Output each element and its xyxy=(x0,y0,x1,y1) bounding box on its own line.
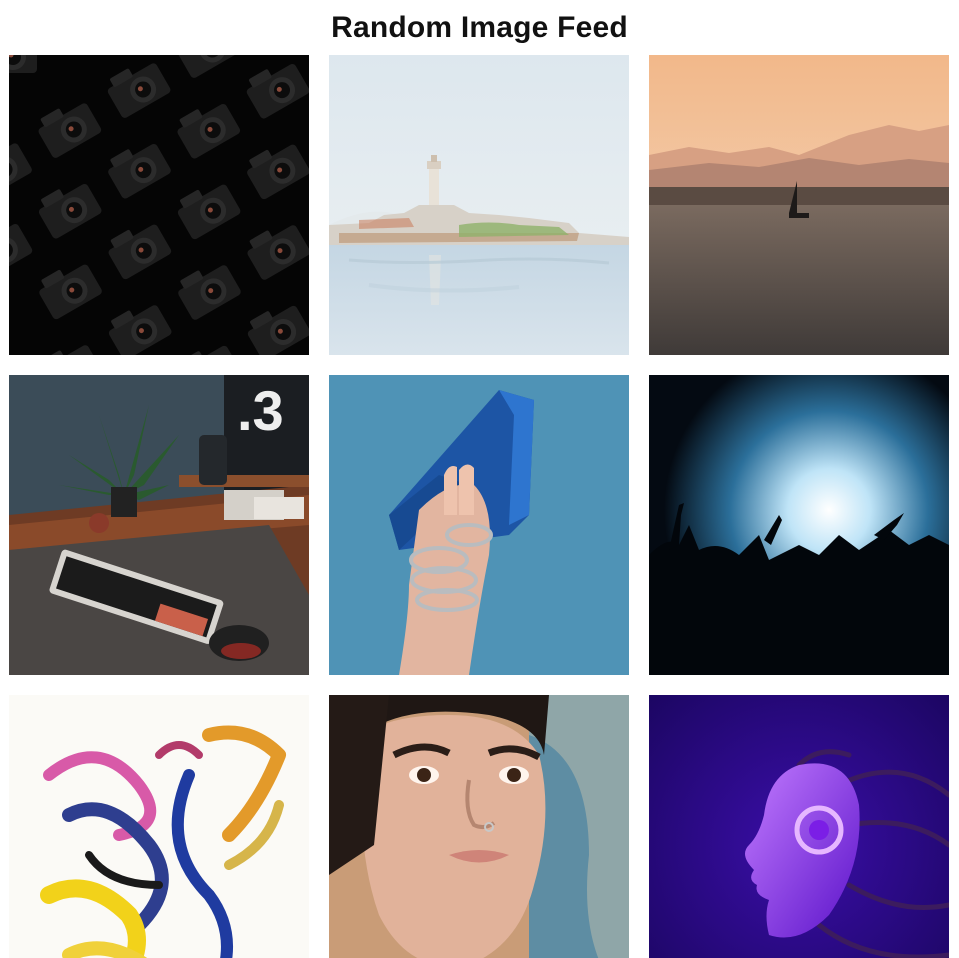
sunset-sailboat-image xyxy=(649,55,949,355)
woman-portrait-image xyxy=(329,695,629,958)
feed-image-sunset[interactable] xyxy=(649,55,949,355)
feed-image-desk[interactable]: .3 xyxy=(9,375,309,675)
feed-image-purple-head[interactable] xyxy=(649,695,949,958)
hand-blue-bag-image xyxy=(329,375,629,675)
feed-image-hand-bag[interactable] xyxy=(329,375,629,675)
cameras-pattern-image xyxy=(9,55,309,355)
image-grid: .3 xyxy=(0,55,959,958)
concert-crowd-image xyxy=(649,375,949,675)
desk-setup-image: .3 xyxy=(9,375,309,675)
feed-image-concert[interactable] xyxy=(649,375,949,675)
feed-image-watercolor[interactable] xyxy=(329,55,629,355)
feed-image-portrait[interactable] xyxy=(329,695,629,958)
feed-image-abstract[interactable] xyxy=(9,695,309,958)
watercolor-lighthouse-image xyxy=(329,55,629,355)
desk-poster-number: .3 xyxy=(237,379,284,442)
page-title: Random Image Feed xyxy=(331,10,628,44)
purple-head-image xyxy=(649,695,949,958)
page-header: Random Image Feed xyxy=(0,0,959,55)
feed-image-cameras[interactable] xyxy=(9,55,309,355)
abstract-paint-image xyxy=(9,695,309,958)
